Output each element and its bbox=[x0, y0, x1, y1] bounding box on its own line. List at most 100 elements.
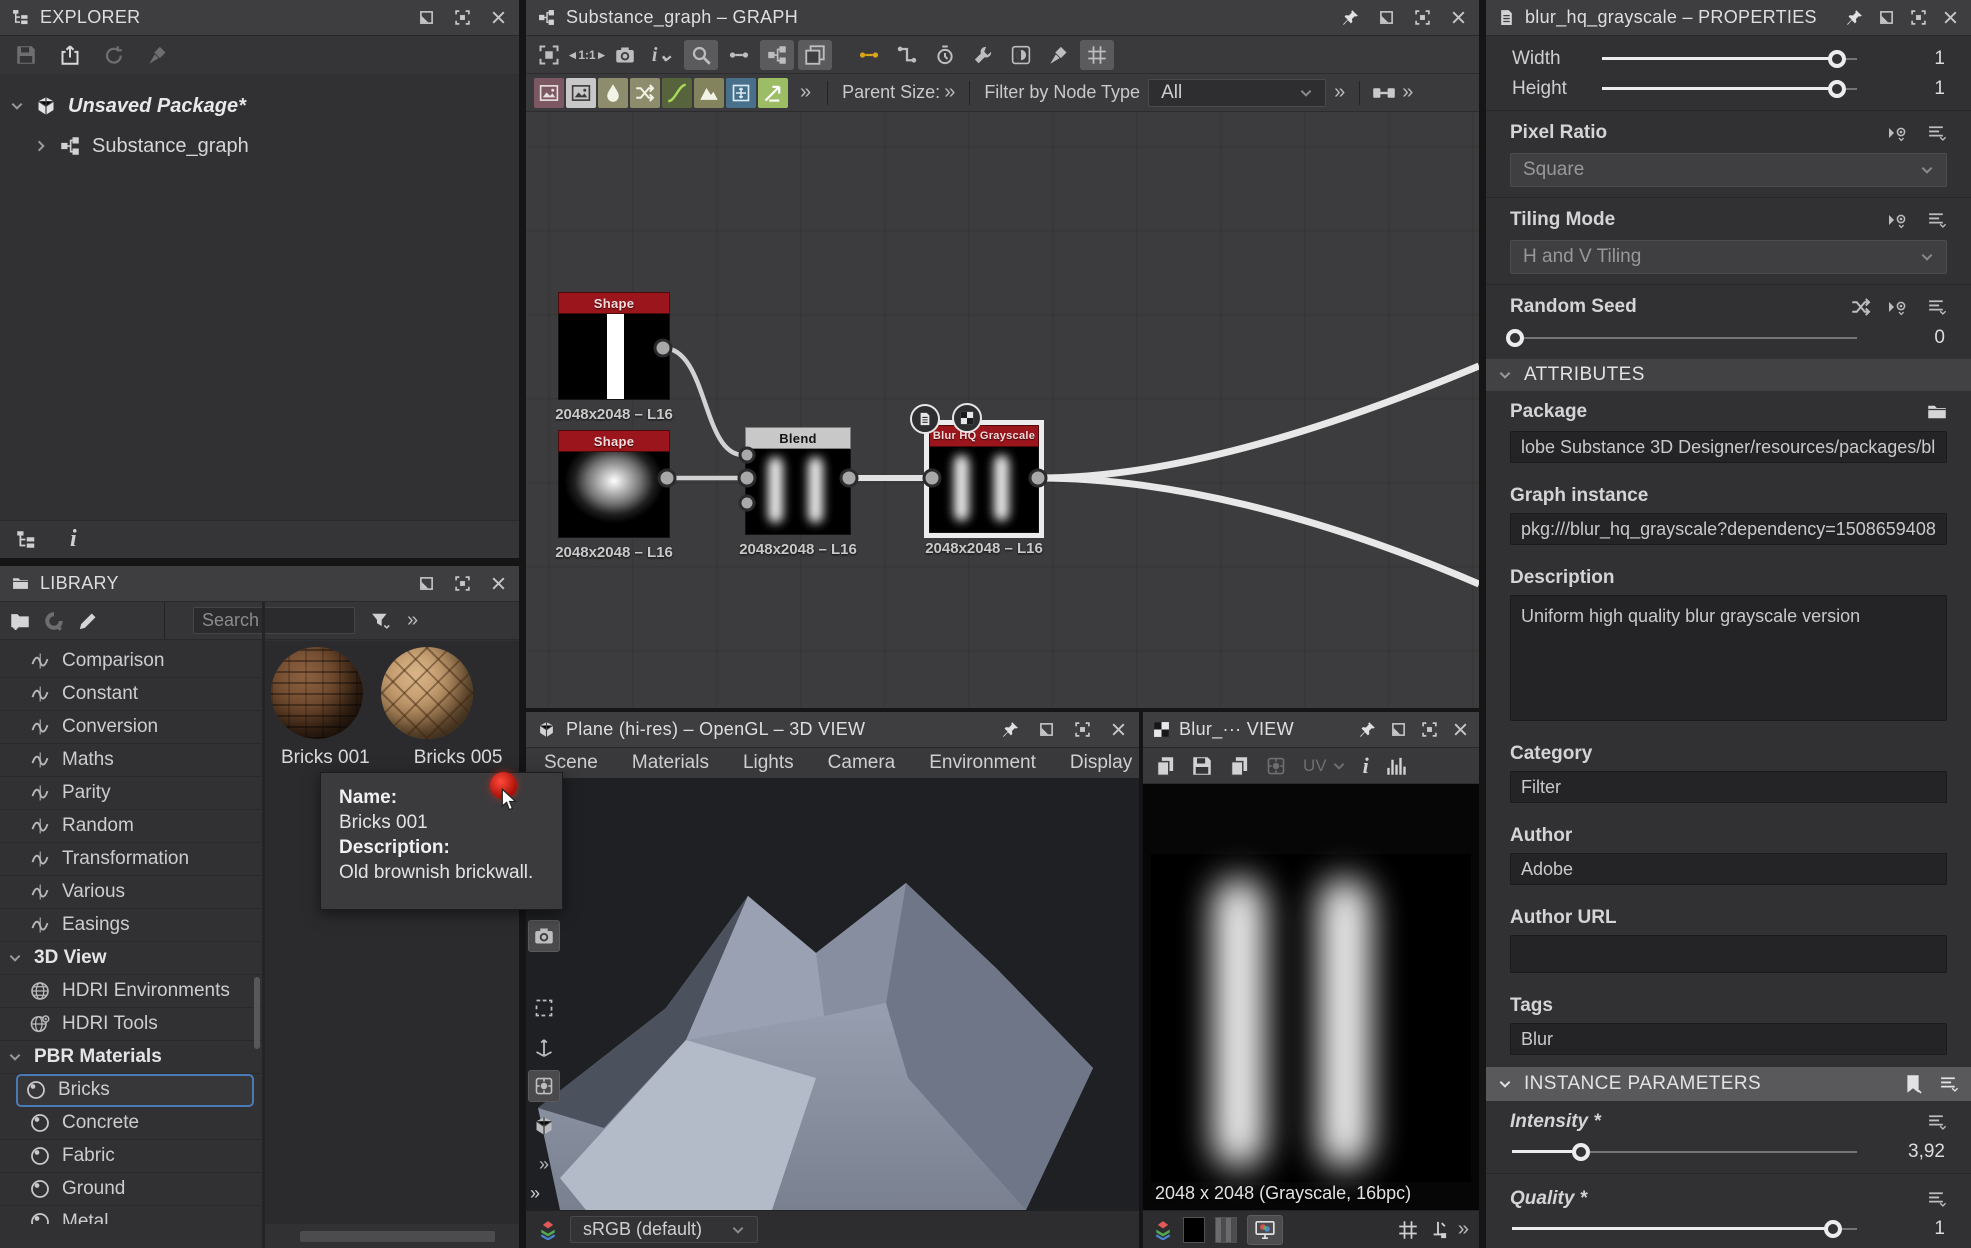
parameter-menu-icon[interactable] bbox=[1927, 1189, 1947, 1209]
chevron-down-icon[interactable] bbox=[10, 99, 24, 113]
compute-time-button[interactable] bbox=[928, 40, 962, 70]
randomize-seed-icon[interactable] bbox=[1851, 297, 1871, 317]
close-window-icon[interactable] bbox=[489, 575, 507, 593]
reload-icon[interactable] bbox=[104, 45, 124, 65]
maximize-window-icon[interactable] bbox=[453, 575, 471, 593]
channel-shuffle-node-button[interactable] bbox=[630, 78, 660, 108]
clean-icon[interactable] bbox=[148, 45, 168, 65]
float-window-icon[interactable] bbox=[1377, 9, 1395, 27]
description-textarea[interactable]: Uniform high quality blur grayscale vers… bbox=[1510, 595, 1947, 721]
expose-parameter-icon[interactable] bbox=[1887, 297, 1911, 317]
tags-input[interactable] bbox=[1510, 1023, 1947, 1055]
parameter-menu-icon[interactable] bbox=[1927, 297, 1947, 317]
intensity-slider[interactable] bbox=[1512, 1141, 1857, 1163]
view3d-viewport[interactable]: » » bbox=[526, 778, 1139, 1210]
maximize-window-icon[interactable] bbox=[1909, 9, 1927, 27]
viewport-overflow-icon[interactable]: » bbox=[530, 1183, 540, 1204]
new-view-icon[interactable] bbox=[1155, 756, 1175, 776]
tile-grid-icon[interactable] bbox=[1398, 1220, 1418, 1240]
display-thumbnails-button[interactable] bbox=[798, 40, 832, 70]
library-category[interactable]: Transformation bbox=[0, 843, 262, 876]
library-category[interactable]: Various bbox=[0, 876, 262, 909]
pin-icon[interactable] bbox=[1358, 721, 1376, 739]
float-window-icon[interactable] bbox=[1877, 9, 1895, 27]
clean-graph-button[interactable] bbox=[1042, 40, 1076, 70]
attributes-section-header[interactable]: ATTRIBUTES bbox=[1486, 359, 1971, 391]
library-category[interactable]: HDRI Tools bbox=[0, 1008, 262, 1041]
maximize-window-icon[interactable] bbox=[1073, 721, 1091, 739]
color-mode-button[interactable] bbox=[1004, 40, 1038, 70]
transform-view-icon[interactable] bbox=[1266, 756, 1286, 776]
add-filter-icon[interactable] bbox=[44, 611, 64, 631]
display-nodes-button[interactable] bbox=[760, 40, 794, 70]
layers-icon[interactable] bbox=[1153, 1220, 1173, 1240]
curve-node-button[interactable] bbox=[662, 78, 692, 108]
package-input[interactable] bbox=[1510, 431, 1947, 463]
pin-icon[interactable] bbox=[1845, 9, 1863, 27]
pin-icon[interactable] bbox=[1001, 721, 1019, 739]
chevron-down-icon[interactable] bbox=[8, 951, 22, 965]
close-window-icon[interactable] bbox=[1941, 9, 1959, 27]
library-category[interactable]: Conversion bbox=[0, 711, 262, 744]
presets-menu-icon[interactable] bbox=[1939, 1074, 1959, 1094]
node-grayscale-badge-icon[interactable] bbox=[952, 403, 982, 433]
float-window-icon[interactable] bbox=[417, 9, 435, 27]
close-window-icon[interactable] bbox=[1109, 721, 1127, 739]
new-folder-icon[interactable] bbox=[10, 611, 30, 631]
instance-parameters-section-header[interactable]: INSTANCE PARAMETERS bbox=[1486, 1067, 1971, 1101]
library-category[interactable]: Random bbox=[0, 810, 262, 843]
expose-parameter-icon[interactable] bbox=[1887, 123, 1911, 143]
graph-canvas[interactable]: Shape 2048x2048 – L16 Shape 2048x2048 – … bbox=[526, 112, 1479, 708]
quality-slider[interactable] bbox=[1512, 1218, 1857, 1240]
random-seed-slider[interactable] bbox=[1512, 327, 1857, 349]
layers-icon[interactable] bbox=[538, 1220, 558, 1240]
save-image-icon[interactable] bbox=[1192, 756, 1212, 776]
library-category[interactable]: Comparison bbox=[0, 645, 262, 678]
tree-scrollbar[interactable] bbox=[254, 977, 260, 1049]
tiling-mode-dropdown[interactable]: H and V Tiling bbox=[1510, 240, 1947, 274]
uniform-color-node-button[interactable] bbox=[534, 78, 564, 108]
menu-materials[interactable]: Materials bbox=[632, 752, 709, 774]
parent-size-more-icon[interactable]: » bbox=[944, 81, 955, 104]
export-icon[interactable] bbox=[60, 45, 80, 65]
library-horizontal-scrollbar[interactable] bbox=[300, 1231, 495, 1242]
colorspace-dropdown[interactable]: sRGB (default) bbox=[570, 1216, 758, 1243]
search-input[interactable] bbox=[193, 607, 355, 634]
node-blur-hq-grayscale[interactable]: Blur HQ Grayscale 2048x2048 – L16 bbox=[928, 424, 1040, 534]
width-slider[interactable] bbox=[1602, 48, 1857, 70]
histogram-icon[interactable] bbox=[1386, 756, 1406, 776]
material-thumbnail-bricks-005[interactable] bbox=[381, 647, 473, 739]
library-group-3d-view[interactable]: 3D View bbox=[0, 942, 262, 975]
viewport-geometry-button[interactable] bbox=[528, 1110, 560, 1142]
bookmark-preset-icon[interactable] bbox=[1903, 1074, 1923, 1094]
edit-icon[interactable] bbox=[78, 611, 98, 631]
float-window-icon[interactable] bbox=[417, 575, 435, 593]
author-url-input[interactable] bbox=[1510, 935, 1947, 973]
close-window-icon[interactable] bbox=[1451, 721, 1469, 739]
viewport-toolbar-more-icon[interactable]: » bbox=[528, 1148, 560, 1180]
library-category[interactable]: Metal bbox=[0, 1206, 262, 1224]
library-category[interactable]: Concrete bbox=[0, 1107, 262, 1140]
parameter-menu-icon[interactable] bbox=[1927, 210, 1947, 230]
node-shape-2[interactable]: Shape 2048x2048 – L16 bbox=[558, 430, 670, 538]
viewport-gizmo-button[interactable] bbox=[528, 1070, 560, 1102]
background-black-swatch[interactable] bbox=[1183, 1217, 1205, 1243]
filter-icon[interactable] bbox=[371, 611, 391, 631]
library-category[interactable]: Constant bbox=[0, 678, 262, 711]
tree-item-package[interactable]: Unsaved Package* bbox=[0, 86, 519, 126]
blend-node-button[interactable] bbox=[598, 78, 628, 108]
library-category[interactable]: Parity bbox=[0, 777, 262, 810]
color-picker-icon[interactable] bbox=[1428, 1220, 1448, 1240]
float-window-icon[interactable] bbox=[1037, 721, 1055, 739]
copy-image-icon[interactable] bbox=[1229, 756, 1249, 776]
maximize-window-icon[interactable] bbox=[1413, 9, 1431, 27]
library-category-bricks[interactable]: Bricks bbox=[16, 1074, 254, 1107]
library-toolbar-more-icon[interactable]: » bbox=[407, 609, 418, 632]
close-window-icon[interactable] bbox=[489, 9, 507, 27]
normal-node-button[interactable] bbox=[758, 78, 788, 108]
view2d-canvas[interactable]: 2048 x 2048 (Grayscale, 16bpc) bbox=[1143, 784, 1479, 1210]
maximize-window-icon[interactable] bbox=[453, 9, 471, 27]
graph-instance-input[interactable] bbox=[1510, 513, 1947, 545]
view2d-bottom-more-icon[interactable]: » bbox=[1458, 1218, 1469, 1241]
grayscale-conversion-node-button[interactable] bbox=[566, 78, 596, 108]
